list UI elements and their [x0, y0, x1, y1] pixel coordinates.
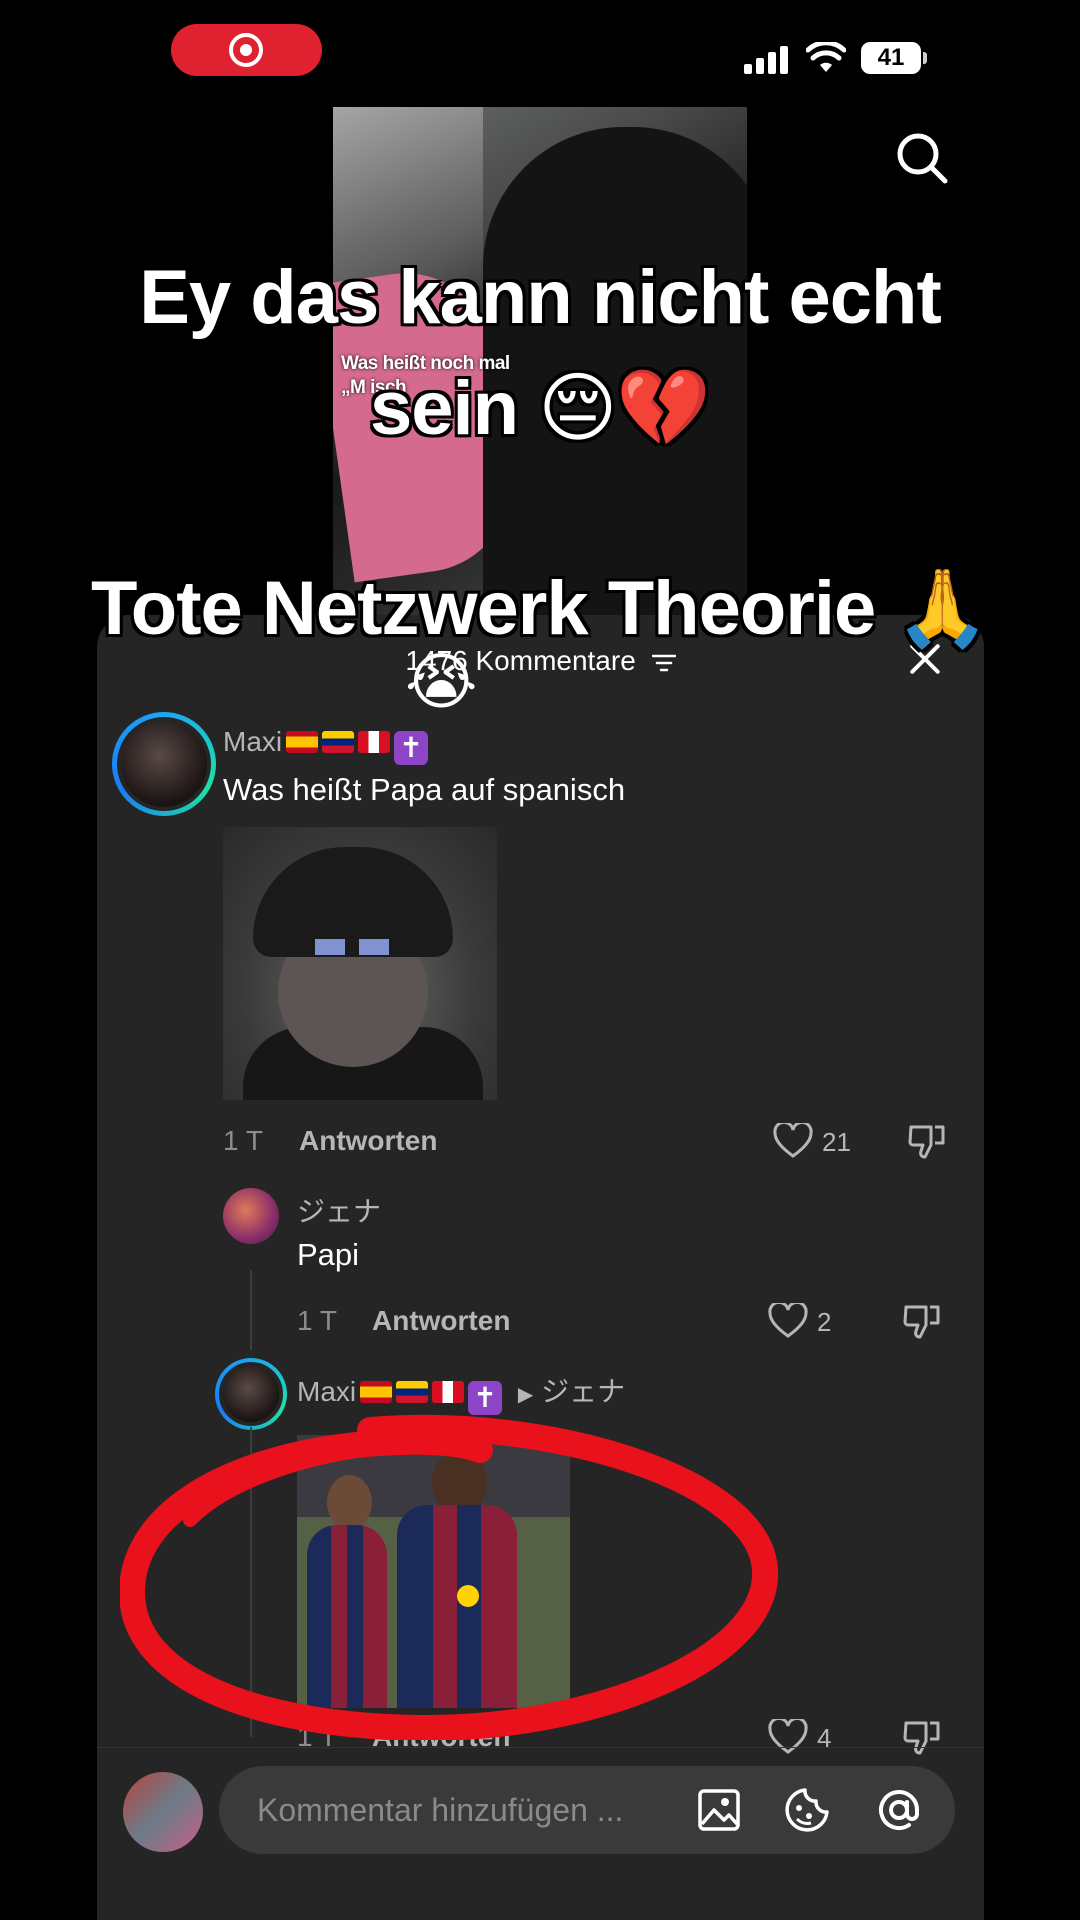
comment-username[interactable]: Maxi ✝ ▶ ジェナ [297, 1370, 625, 1415]
divider [97, 1747, 984, 1748]
sponsor-logo-icon [457, 1585, 479, 1607]
spain-flag-icon [360, 1381, 393, 1403]
comment-text: Was heißt Papa auf spanisch [223, 772, 626, 807]
screen-recording-indicator[interactable] [171, 24, 322, 76]
avatar[interactable] [112, 712, 216, 816]
image-icon[interactable] [697, 1788, 741, 1832]
like-count: 4 [817, 1723, 832, 1753]
comment-time: 1 T [297, 1721, 337, 1752]
dislike-icon[interactable] [902, 1717, 942, 1757]
overlay-text-line3: Tote Netzwerk Theorie 🙏 [91, 566, 990, 651]
search-icon[interactable] [894, 130, 950, 186]
record-icon [229, 33, 263, 67]
battery-icon: 41 [861, 42, 927, 74]
comment-time: 1 T [297, 1305, 337, 1336]
signal-icon [744, 44, 790, 74]
comment-text: Papi [297, 1237, 360, 1272]
thread-line [250, 1270, 252, 1350]
dislike-icon[interactable] [907, 1121, 947, 1161]
comment-input[interactable] [257, 1788, 677, 1832]
glasses-icon [315, 939, 389, 955]
avatar[interactable] [123, 1772, 203, 1852]
crying-emoji: 😭 [405, 648, 478, 717]
like-count: 21 [822, 1127, 851, 1157]
heart-icon[interactable] [773, 1123, 813, 1159]
overlay-text-line1: Ey das kann nicht echt [139, 255, 942, 340]
heart-icon[interactable] [768, 1303, 808, 1339]
overlay-text-line2: sein 😔💔 [369, 366, 711, 451]
reply-button[interactable]: Antworten [299, 1125, 437, 1157]
peru-flag-icon [432, 1381, 465, 1403]
username-text: Maxi [223, 726, 283, 757]
mention-icon[interactable] [875, 1786, 923, 1834]
thread-line [250, 1427, 252, 1737]
avatar[interactable] [215, 1358, 287, 1430]
username-text: Maxi [297, 1376, 357, 1407]
reply-to-username[interactable]: ジェナ [541, 1376, 625, 1407]
filter-icon[interactable] [651, 654, 676, 672]
spain-flag-icon [286, 731, 319, 753]
dislike-icon[interactable] [902, 1301, 942, 1341]
wifi-icon [806, 42, 846, 72]
heart-icon[interactable] [768, 1719, 808, 1755]
reply-arrow-icon: ▶ [517, 1384, 534, 1406]
comment-input-bar [219, 1766, 955, 1854]
comment-username[interactable]: ジェナ [297, 1190, 381, 1230]
reply-button[interactable]: Antworten [372, 1305, 510, 1337]
cross-icon: ✝ [468, 1381, 503, 1415]
avatar[interactable] [223, 1188, 279, 1244]
peru-flag-icon [358, 731, 391, 753]
like-count: 2 [817, 1307, 832, 1337]
cross-icon: ✝ [394, 731, 429, 765]
comment-image[interactable] [223, 827, 497, 1100]
emoji-sticker-icon[interactable] [783, 1786, 831, 1834]
comment-image[interactable] [297, 1435, 570, 1708]
comment-time: 1 T [223, 1125, 263, 1156]
venezuela-flag-icon [396, 1381, 429, 1403]
comments-sheet: 1476 Kommentare Maxi ✝ Was heißt Papa auf… [97, 615, 984, 1920]
venezuela-flag-icon [322, 731, 355, 753]
reply-button[interactable]: Antworten [372, 1721, 510, 1753]
comment-username[interactable]: Maxi ✝ [223, 726, 429, 765]
